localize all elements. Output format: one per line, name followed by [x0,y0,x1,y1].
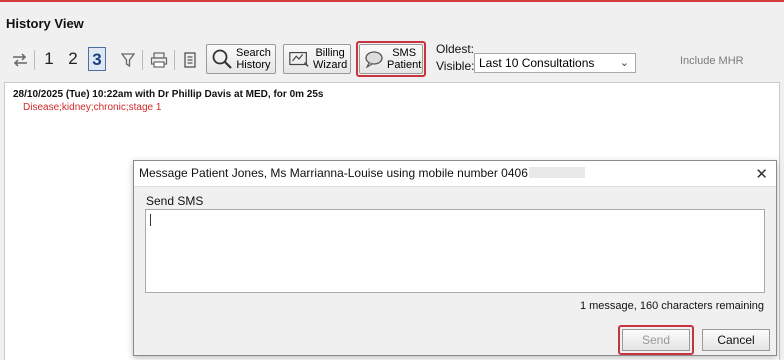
history-view-window: History View 1 2 3 Search History Billin… [0,0,784,360]
sms-dialog-title: Message Patient Jones, Ms Marrianna-Loui… [134,161,776,187]
visible-dropdown[interactable]: Last 10 Consultations ⌄ [474,53,636,73]
cancel-button[interactable]: Cancel [702,329,770,351]
billing-wizard-icon [288,48,310,70]
characters-remaining-text: 1 message, 160 characters remaining [579,300,764,312]
toolbar: 1 2 3 Search History Billing Wizard SMS … [0,38,784,78]
printer-icon[interactable] [149,50,169,70]
billing-wizard-label-1: Billing [315,47,345,59]
consultation-header[interactable]: 28/10/2025 (Tue) 10:22am with Dr Phillip… [13,89,324,100]
level-1-button[interactable]: 1 [40,47,58,71]
billing-wizard-label-2: Wizard [313,59,348,71]
chevron-down-icon: ⌄ [619,57,629,69]
toolbar-divider [174,50,175,70]
search-history-label-1: Search [236,47,271,59]
toolbar-divider [34,50,35,70]
sms-message-textarea[interactable] [145,209,765,293]
magnifier-icon [211,48,233,70]
search-history-label-2: History [236,59,271,71]
redacted-number-block [528,167,585,178]
window-title: History View [6,16,84,31]
document-icon[interactable] [180,50,200,70]
swap-arrows-icon[interactable] [10,50,30,70]
visible-label: Visible: [436,59,475,73]
search-history-button[interactable]: Search History [206,44,276,74]
toolbar-divider [142,50,143,70]
text-caret [150,214,151,226]
level-3-button[interactable]: 3 [88,47,106,71]
send-highlight [618,325,694,355]
level-2-button[interactable]: 2 [64,47,82,71]
oldest-label: Oldest: [436,42,475,56]
visible-dropdown-value: Last 10 Consultations [479,56,595,70]
include-mhr-label[interactable]: Include MHR [680,55,744,67]
close-icon[interactable]: ✕ [755,165,768,183]
send-sms-label: Send SMS [146,194,204,208]
sms-dialog: Message Patient Jones, Ms Marrianna-Loui… [133,160,777,356]
consultation-diagnosis: Disease;kidney;chronic;stage 1 [23,102,162,113]
sms-patient-highlight [356,41,426,77]
filter-icon[interactable] [118,50,138,70]
sms-dialog-title-text: Message Patient Jones, Ms Marrianna-Loui… [139,166,528,180]
billing-wizard-button[interactable]: Billing Wizard [283,44,351,74]
